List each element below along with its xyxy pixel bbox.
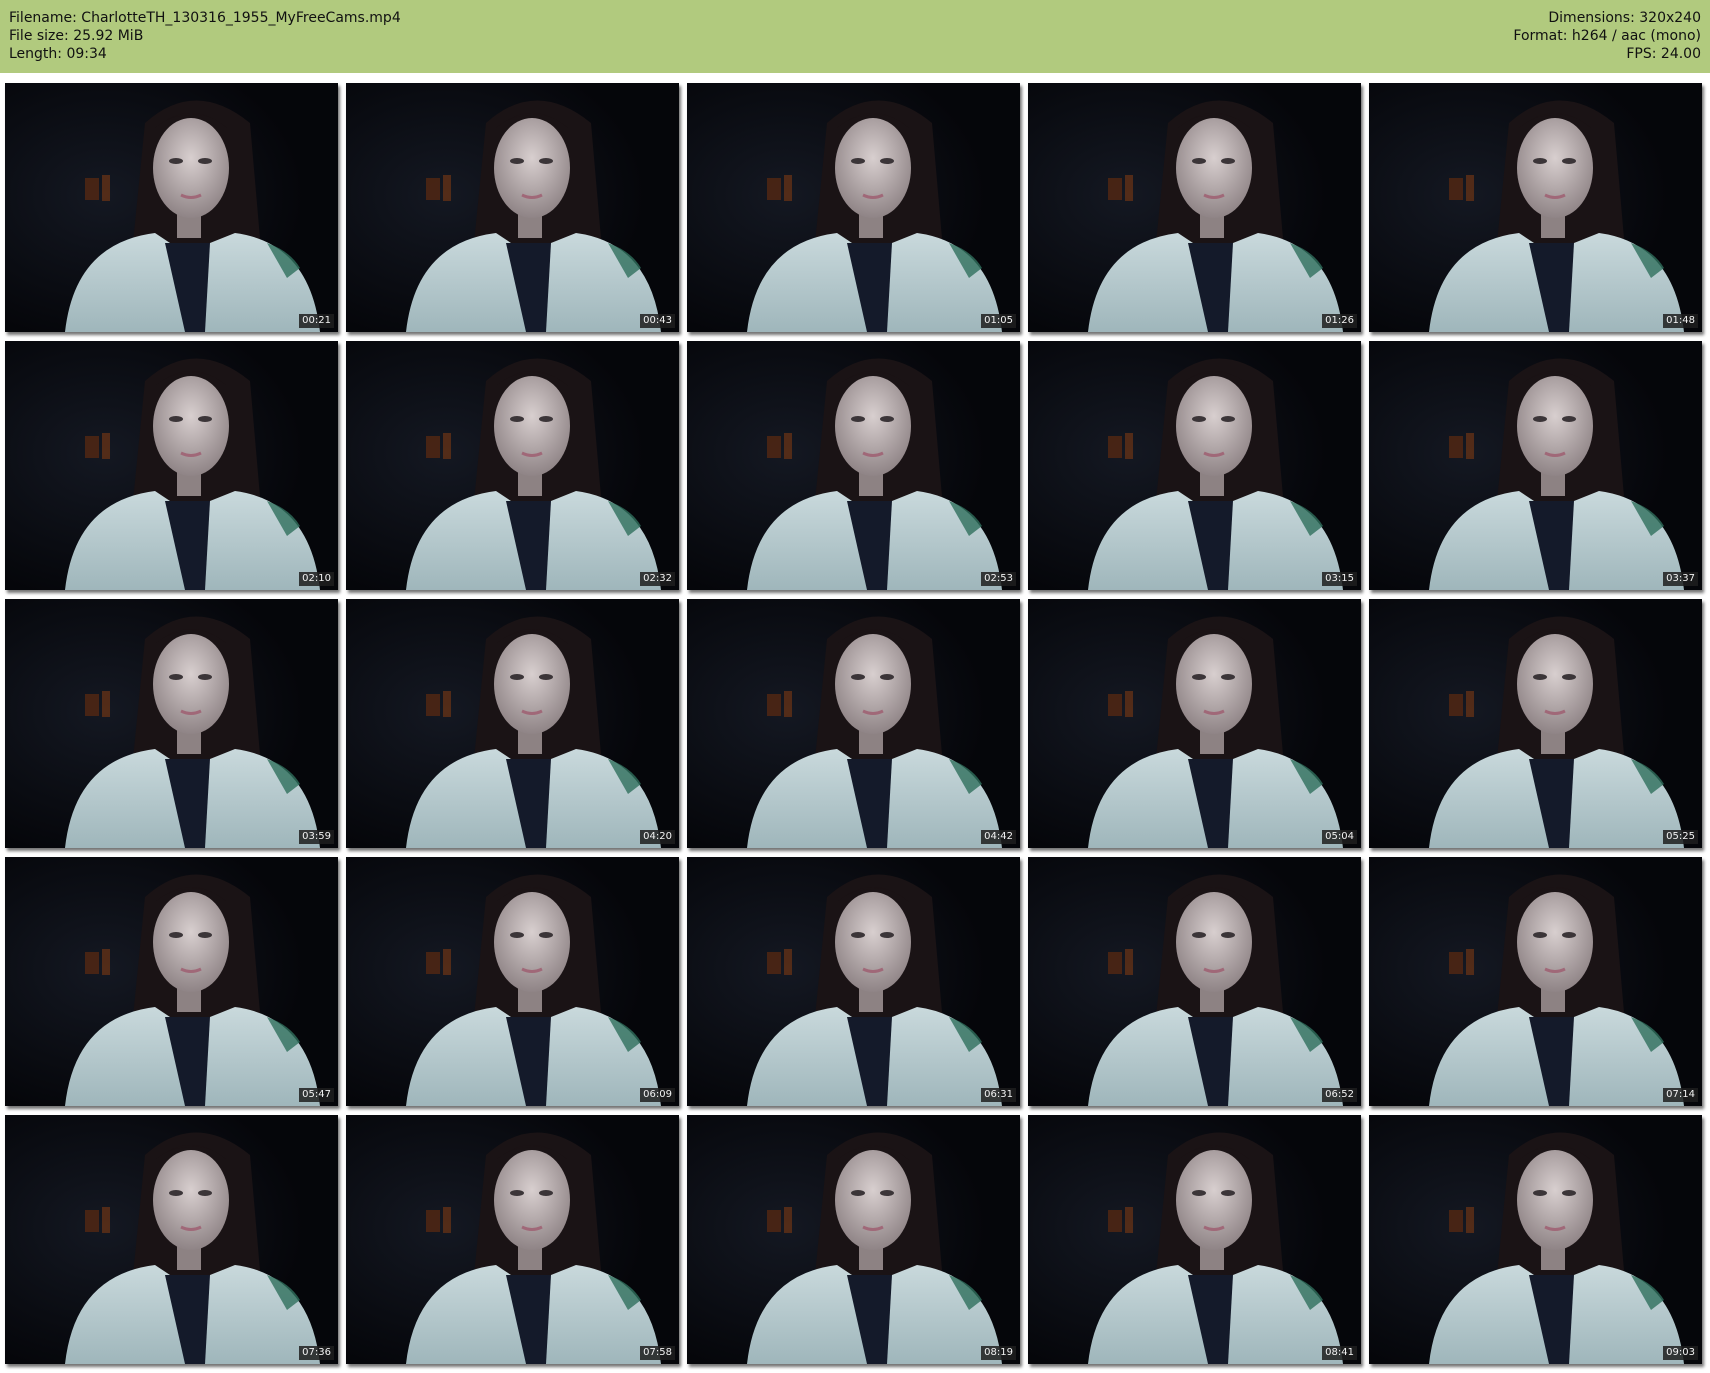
timestamp-label: 02:10	[299, 572, 334, 586]
thumbnail-frame: 07:36	[5, 1115, 338, 1364]
fps-text: FPS: 24.00	[1626, 46, 1701, 62]
thumbnail-frame: 05:47	[5, 857, 338, 1106]
timestamp-label: 09:03	[1663, 1346, 1698, 1360]
video-frame-image	[687, 83, 1020, 332]
video-frame-image	[5, 83, 338, 332]
thumbnail-frame: 07:14	[1369, 857, 1702, 1106]
video-frame-image	[5, 857, 338, 1106]
timestamp-label: 01:26	[1322, 314, 1357, 328]
thumbnail-frame: 04:20	[346, 599, 679, 848]
thumbnail-frame: 05:25	[1369, 599, 1702, 848]
timestamp-label: 02:32	[640, 572, 675, 586]
timestamp-label: 02:53	[981, 572, 1016, 586]
filename-text: Filename: CharlotteTH_130316_1955_MyFree…	[9, 10, 401, 26]
video-frame-image	[1369, 83, 1702, 332]
video-frame-image	[5, 599, 338, 848]
timestamp-label: 06:52	[1322, 1088, 1357, 1102]
thumbnail-frame: 07:58	[346, 1115, 679, 1364]
format-text: Format: h264 / aac (mono)	[1513, 28, 1701, 44]
video-frame-image	[1369, 341, 1702, 590]
thumbnail-frame: 01:48	[1369, 83, 1702, 332]
filesize-text: File size: 25.92 MiB	[9, 28, 144, 44]
thumbnail-frame: 02:10	[5, 341, 338, 590]
thumbnail-frame: 06:52	[1028, 857, 1361, 1106]
timestamp-label: 01:48	[1663, 314, 1698, 328]
file-info-right: Dimensions: 320x240 Format: h264 / aac (…	[1513, 9, 1701, 63]
video-frame-image	[1369, 1115, 1702, 1364]
video-frame-image	[346, 1115, 679, 1364]
thumbnail-frame: 08:19	[687, 1115, 1020, 1364]
timestamp-label: 07:36	[299, 1346, 334, 1360]
thumbnail-frame: 09:03	[1369, 1115, 1702, 1364]
thumbnail-frame: 03:37	[1369, 341, 1702, 590]
timestamp-label: 05:04	[1322, 830, 1357, 844]
timestamp-label: 00:21	[299, 314, 334, 328]
thumbnail-frame: 01:05	[687, 83, 1020, 332]
timestamp-label: 00:43	[640, 314, 675, 328]
timestamp-label: 08:41	[1322, 1346, 1357, 1360]
thumbnail-frame: 06:31	[687, 857, 1020, 1106]
video-frame-image	[1028, 1115, 1361, 1364]
video-frame-image	[1028, 83, 1361, 332]
video-frame-image	[346, 83, 679, 332]
timestamp-label: 03:15	[1322, 572, 1357, 586]
video-frame-image	[1028, 599, 1361, 848]
video-frame-image	[5, 341, 338, 590]
thumbnail-frame: 06:09	[346, 857, 679, 1106]
length-text: Length: 09:34	[9, 46, 107, 62]
thumbnail-frame: 02:53	[687, 341, 1020, 590]
timestamp-label: 04:42	[981, 830, 1016, 844]
video-frame-image	[1028, 857, 1361, 1106]
timestamp-label: 03:59	[299, 830, 334, 844]
video-frame-image	[687, 1115, 1020, 1364]
video-frame-image	[1369, 857, 1702, 1106]
timestamp-label: 03:37	[1663, 572, 1698, 586]
timestamp-label: 08:19	[981, 1346, 1016, 1360]
file-info-left: Filename: CharlotteTH_130316_1955_MyFree…	[9, 9, 401, 63]
timestamp-label: 05:47	[299, 1088, 334, 1102]
video-frame-image	[1028, 341, 1361, 590]
timestamp-label: 01:05	[981, 314, 1016, 328]
thumbnail-frame: 08:41	[1028, 1115, 1361, 1364]
thumbnail-frame: 00:43	[346, 83, 679, 332]
video-frame-image	[687, 599, 1020, 848]
thumbnail-frame: 05:04	[1028, 599, 1361, 848]
video-frame-image	[346, 341, 679, 590]
info-header: Filename: CharlotteTH_130316_1955_MyFree…	[0, 0, 1710, 73]
thumbnail-frame: 04:42	[687, 599, 1020, 848]
dimensions-text: Dimensions: 320x240	[1548, 10, 1701, 26]
timestamp-label: 04:20	[640, 830, 675, 844]
timestamp-label: 06:09	[640, 1088, 675, 1102]
video-frame-image	[687, 857, 1020, 1106]
video-frame-image	[5, 1115, 338, 1364]
timestamp-label: 07:58	[640, 1346, 675, 1360]
thumbnail-frame: 01:26	[1028, 83, 1361, 332]
thumbnail-grid: 00:21 00:43 01:05 01:26 01:48 02:10 02:3…	[5, 83, 1705, 1366]
thumbnail-frame: 03:59	[5, 599, 338, 848]
timestamp-label: 07:14	[1663, 1088, 1698, 1102]
video-frame-image	[346, 599, 679, 848]
thumbnail-frame: 00:21	[5, 83, 338, 332]
video-frame-image	[687, 341, 1020, 590]
video-frame-image	[1369, 599, 1702, 848]
thumbnail-frame: 03:15	[1028, 341, 1361, 590]
timestamp-label: 06:31	[981, 1088, 1016, 1102]
video-frame-image	[346, 857, 679, 1106]
thumbnail-frame: 02:32	[346, 341, 679, 590]
timestamp-label: 05:25	[1663, 830, 1698, 844]
